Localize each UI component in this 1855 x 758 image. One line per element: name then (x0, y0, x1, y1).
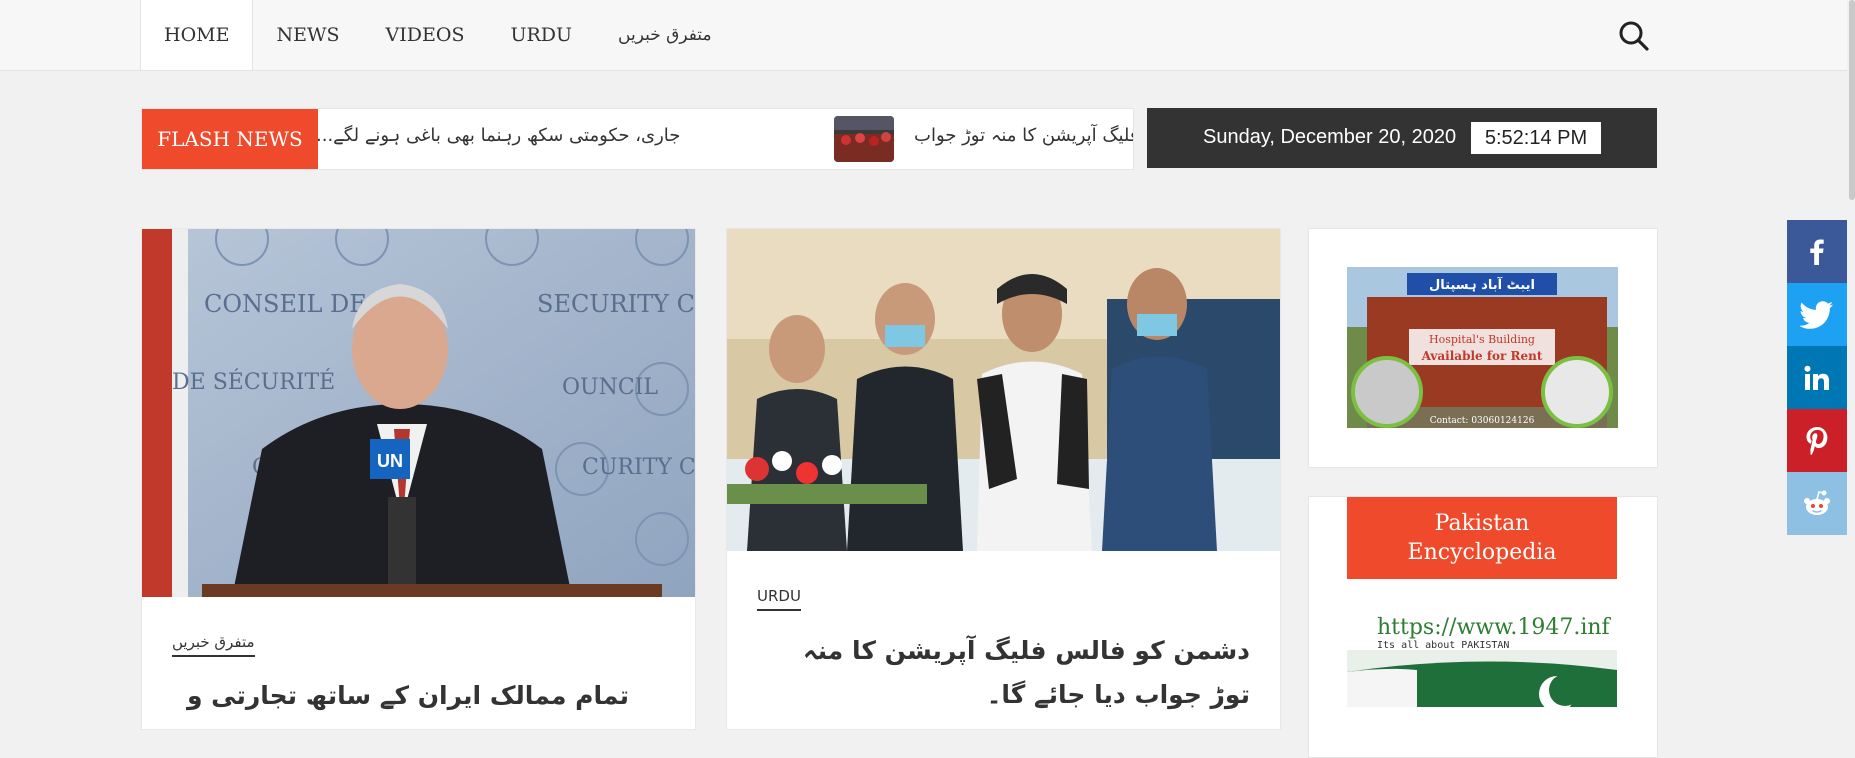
article-category-link[interactable]: متفرق خبریں (172, 633, 255, 657)
encyclopedia-title-line-2: Encyclopedia (1407, 540, 1557, 565)
article-category-link[interactable]: URDU (757, 587, 801, 611)
top-navigation: HOME NEWS VIDEOS URDU متفرق خبریں (0, 0, 1855, 71)
svg-text:OUNCIL: OUNCIL (562, 375, 658, 400)
ticker-item[interactable]: دشمن کو فالس فلیگ آپریشن کا منہ توڑ جواب… (914, 125, 1133, 146)
twitter-icon (1800, 300, 1833, 329)
current-time: 5:52:14 PM (1471, 122, 1601, 154)
encyclopedia-url: https://www.1947.inf (1377, 615, 1612, 640)
nav-item-videos[interactable]: VIDEOS (363, 0, 488, 70)
article-card: URDU دشمن کو فالس فلیگ آپریشن کا منہ توڑ… (726, 228, 1281, 730)
ad-contact: Contact: 03060124126 (1430, 416, 1535, 426)
ad-banner-top-text: ایبٹ آباد ہسپتال (1429, 276, 1535, 293)
linkedin-share-button[interactable] (1787, 346, 1847, 409)
nav-menu: HOME NEWS VIDEOS URDU متفرق خبریں (140, 0, 735, 70)
article-headline[interactable]: دشمن کو فالس فلیگ آپریشن کا منہ توڑ جواب… (755, 629, 1250, 717)
svg-text:CURITY CO: CURITY CO (582, 455, 695, 480)
encyclopedia-banner[interactable]: https://www.1947.inf Its all about PAKIS… (1347, 612, 1617, 707)
ticker-thumbnail[interactable] (834, 116, 894, 162)
nav-item-urdu[interactable]: URDU (487, 0, 595, 70)
article-image[interactable] (727, 229, 1280, 555)
flash-news-bar: FLASH NEWS ...جاری، حکومتی سکھ رہنما بھی… (141, 108, 1134, 170)
reddit-icon (1804, 490, 1830, 515)
flash-news-label: FLASH NEWS (142, 109, 318, 169)
article-headline[interactable]: تمام ممالک ایران کے ساتھ تجارتی و اقتصاد… (149, 674, 629, 729)
hospital-ad-banner[interactable]: ایبٹ آباد ہسپتال Hospital's Building Ava… (1347, 267, 1618, 432)
nav-item-home[interactable]: HOME (140, 0, 254, 70)
news-ticker: ...جاری، حکومتی سکھ رہنما بھی باغی ہونے … (318, 109, 1133, 169)
encyclopedia-tagline: Its all about PAKISTAN (1377, 640, 1509, 651)
encyclopedia-title-line-1: Pakistan (1434, 511, 1530, 536)
nav-item-misc-news[interactable]: متفرق خبریں (595, 0, 735, 70)
ad-line-2: Available for Rent (1421, 349, 1543, 363)
page-scrollbar[interactable] (1847, 0, 1855, 713)
encyclopedia-title[interactable]: Pakistan Encyclopedia (1347, 497, 1617, 579)
reddit-share-button[interactable] (1787, 472, 1847, 535)
scrollbar-thumb[interactable] (1849, 0, 1855, 200)
nav-item-news[interactable]: NEWS (253, 0, 362, 70)
search-icon[interactable] (1617, 19, 1651, 53)
svg-text:DE SÉCURITÉ: DE SÉCURITÉ (172, 368, 335, 395)
svg-text:SECURITY CO: SECURITY CO (537, 290, 695, 318)
article-image[interactable]: CONSEIL DE SÉ SECURITY CO DE SÉCURITÉ OU… (142, 229, 695, 601)
ticker-item[interactable]: ...جاری، حکومتی سکھ رہنما بھی باغی ہونے … (318, 125, 680, 146)
facebook-share-button[interactable] (1787, 220, 1847, 283)
svg-text:UN: UN (377, 451, 403, 471)
ad-line-1: Hospital's Building (1429, 333, 1535, 346)
date-time-bar: Sunday, December 20, 2020 5:52:14 PM (1147, 108, 1657, 168)
twitter-share-button[interactable] (1787, 283, 1847, 346)
article-card: CONSEIL DE SÉ SECURITY CO DE SÉCURITÉ OU… (141, 228, 696, 730)
pinterest-share-button[interactable] (1787, 409, 1847, 472)
current-date: Sunday, December 20, 2020 (1203, 126, 1457, 148)
linkedin-icon (1804, 365, 1829, 390)
sidebar-ad-widget: ایبٹ آباد ہسپتال Hospital's Building Ava… (1308, 228, 1658, 468)
encyclopedia-widget: Pakistan Encyclopedia https://www.1947.i… (1308, 496, 1658, 758)
facebook-icon (1810, 239, 1824, 265)
pinterest-icon (1806, 426, 1828, 455)
